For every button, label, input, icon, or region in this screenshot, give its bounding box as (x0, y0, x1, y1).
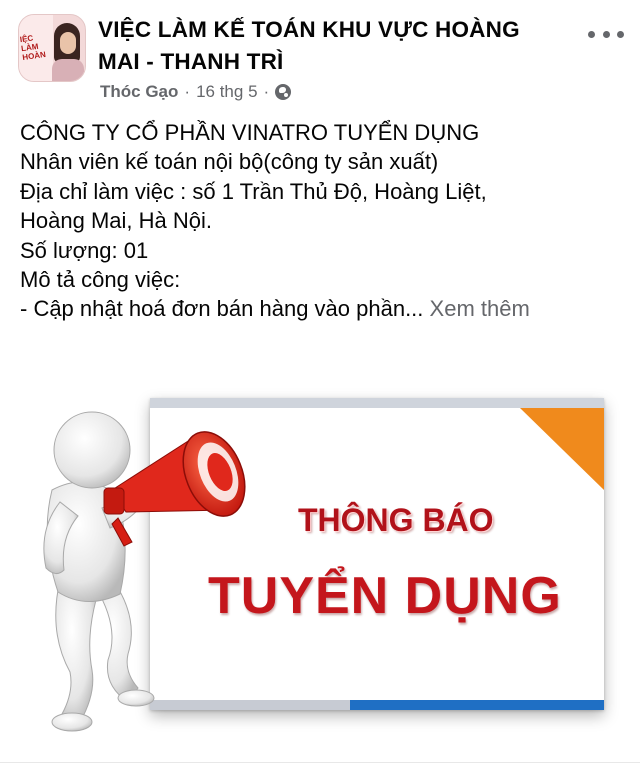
megaphone-figure-icon (43, 411, 246, 732)
body-line-1: CÔNG TY CỔ PHẦN VINATRO TUYỂN DỤNG (20, 120, 480, 145)
avatar-text: IỆC LÀM HOÀN (19, 31, 54, 63)
post-footer-divider (0, 762, 640, 781)
body-line-7-text: - Cập nhật hoá đơn bán hàng vào phần... (20, 296, 424, 322)
body-line-2: Nhân viên kế toán nội bộ(công ty sản xuấ… (20, 149, 439, 175)
post-image[interactable]: THÔNG BÁO TUYỂN DỤNG (0, 342, 640, 762)
notice-title: THÔNG BÁO (298, 502, 494, 538)
body-line-5: Số lượng: 01 (20, 237, 149, 263)
group-name-line2: MAI - THANH TRÌ (98, 49, 284, 74)
see-more-link[interactable]: Xem thêm (430, 296, 530, 321)
post-date[interactable]: 16 thg 5 (196, 82, 257, 102)
group-name-link[interactable]: VIỆC LÀM KẾ TOÁN KHU VỰC HOÀNG MAI - THA… (98, 14, 568, 78)
body-line-4: Hoàng Mai, Hà Nội. (20, 208, 212, 234)
body-line-6: Mô tả công việc: (20, 267, 181, 293)
more-dot-icon (602, 30, 610, 38)
more-options-button[interactable] (588, 22, 624, 46)
globe-icon (275, 84, 292, 100)
avatar-face (60, 32, 76, 54)
card-bottom-bar-blue (350, 700, 604, 710)
card-corner-accent (520, 408, 604, 490)
body-line-7: - Cập nhật hoá đơn bán hàng vào phần... … (20, 294, 628, 323)
post-body: CÔNG TY CỔ PHẦN VINATRO TUYỂN DỤNG Nhân … (20, 118, 628, 324)
meta-separator-2: · (263, 82, 270, 101)
post-header: IỆC LÀM HOÀN VIỆC LÀM KẾ TOÁN KHU VỰC HO… (0, 0, 640, 112)
more-dot-icon (617, 30, 624, 38)
post-meta: Thóc Gạo · 16 thg 5 · (100, 82, 292, 102)
more-dot-icon (588, 30, 595, 38)
avatar-body (52, 59, 84, 81)
meta-separator: · (184, 82, 191, 101)
body-line-3: Địa chỉ làm việc : số 1 Trần Thủ Độ, Hoà… (20, 178, 487, 204)
group-name-line1: VIỆC LÀM KẾ TOÁN KHU VỰC HOÀNG (98, 17, 520, 42)
group-avatar[interactable]: IỆC LÀM HOÀN (18, 14, 86, 82)
author-link[interactable]: Thóc Gạo (100, 82, 178, 102)
